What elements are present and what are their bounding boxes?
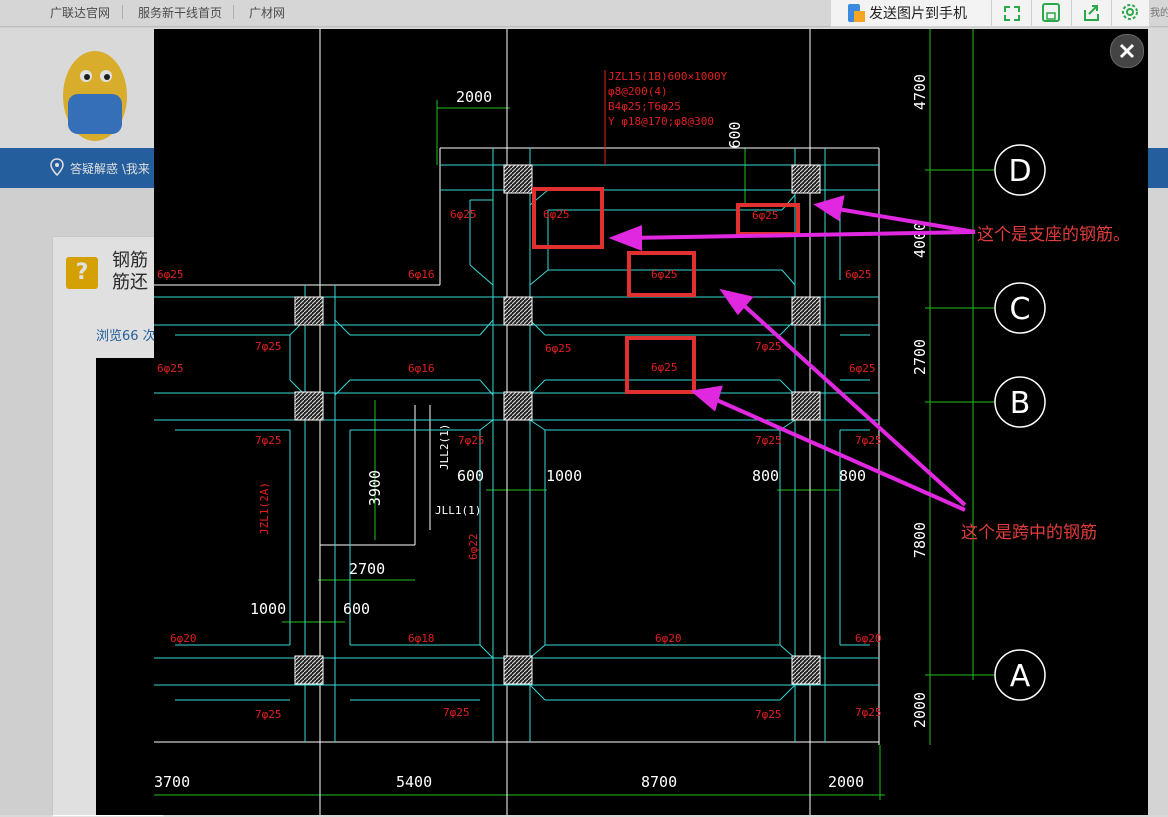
dim-4700: 4700	[911, 74, 929, 110]
phone-send-icon	[848, 4, 865, 22]
settings-button[interactable]	[1115, 0, 1147, 26]
dim-5400: 5400	[396, 773, 432, 791]
beam-label-jzl15: JZL15(1B)600×1000Y	[608, 70, 728, 83]
dim-3700: 3700	[154, 773, 190, 791]
svg-text:7φ25: 7φ25	[443, 706, 470, 719]
midspan-annotation: 这个是跨中的钢筋	[961, 523, 1097, 543]
dim-8700: 8700	[641, 773, 677, 791]
svg-text:6φ25: 6φ25	[545, 342, 572, 355]
rebar-label: 7φ25	[255, 340, 282, 353]
divider	[991, 0, 992, 26]
beam-label-stirrup: φ8@200(4)	[608, 85, 668, 98]
dim-600-top: 600	[726, 121, 744, 148]
dim-7800: 7800	[911, 522, 929, 558]
close-icon	[1119, 43, 1135, 59]
dim-800-b: 800	[839, 467, 866, 485]
axis-label-d: D	[1008, 154, 1031, 189]
rebar-label: 6φ18	[408, 632, 435, 645]
send-to-phone-label: 发送图片到手机	[869, 6, 967, 22]
svg-text:7φ25: 7φ25	[855, 706, 882, 719]
save-icon	[1042, 3, 1060, 22]
columns	[294, 164, 821, 685]
dim-600-a: 600	[457, 467, 484, 485]
axis-label-c: C	[1010, 292, 1031, 327]
dim-2000-v: 2000	[911, 692, 929, 728]
share-button[interactable]	[1075, 0, 1107, 26]
axis-label-a: A	[1010, 659, 1031, 694]
svg-text:6φ20: 6φ20	[655, 632, 682, 645]
beam-label-jll1: JLL1(1)	[435, 504, 481, 517]
image-viewer[interactable]: D C B A 3700 5400 8700 2000 2000 3900 60…	[154, 29, 1148, 815]
dim-1000-b: 1000	[250, 600, 286, 618]
svg-text:6φ25: 6φ25	[157, 362, 184, 375]
corner-text[interactable]: 我的	[1150, 4, 1168, 19]
dim-2000-bottom: 2000	[828, 773, 864, 791]
divider	[1111, 0, 1112, 26]
dim-3900: 3900	[366, 470, 384, 506]
fullscreen-button[interactable]	[996, 0, 1028, 26]
beam-label-side: Y φ18@170;φ8@300	[608, 115, 714, 128]
svg-text:7φ25: 7φ25	[255, 434, 282, 447]
share-icon	[1084, 5, 1099, 21]
svg-text:7φ25: 7φ25	[755, 434, 782, 447]
rebar-label: 6φ25	[651, 268, 678, 281]
fullscreen-icon	[1004, 6, 1020, 21]
divider	[1071, 0, 1072, 26]
dim-2700-v: 2700	[911, 339, 929, 375]
divider	[1031, 0, 1032, 26]
svg-text:7φ25: 7φ25	[755, 340, 782, 353]
cad-drawing: D C B A 3700 5400 8700 2000 2000 3900 60…	[154, 29, 1046, 815]
svg-text:6φ25: 6φ25	[157, 268, 184, 281]
dim-2700-h: 2700	[349, 560, 385, 578]
svg-text:7φ25: 7φ25	[755, 708, 782, 721]
dimension-lines	[154, 29, 995, 800]
send-to-phone-button[interactable]: 发送图片到手机	[841, 0, 991, 26]
rebar-label: 6φ25	[543, 208, 570, 221]
svg-text:6φ25: 6φ25	[849, 362, 876, 375]
rebar-label: 6φ22	[467, 534, 480, 561]
rebar-label: 6φ16	[408, 362, 435, 375]
axis-label-b: B	[1010, 386, 1031, 421]
rebar-label: 6φ20	[170, 632, 197, 645]
rebar-label: 6φ25	[450, 208, 477, 221]
dim-800-a: 800	[752, 467, 779, 485]
save-button[interactable]	[1035, 0, 1067, 26]
beam-label-jll2: JLL2(1)	[438, 424, 451, 470]
close-button[interactable]	[1110, 34, 1144, 68]
rebar-label: 6φ25	[752, 209, 779, 222]
rebar-label: 6φ25	[651, 361, 678, 374]
rebar-label: 6φ16	[408, 268, 435, 281]
viewer-toolbar: 发送图片到手机	[830, 0, 1150, 27]
dim-4000: 4000	[911, 222, 929, 258]
beam-label-jzl1: JZL1(2A)	[258, 482, 271, 535]
svg-text:7φ25: 7φ25	[855, 434, 882, 447]
svg-text:6φ20: 6φ20	[855, 632, 882, 645]
settings-icon	[1122, 4, 1138, 20]
svg-text:7φ25: 7φ25	[458, 434, 485, 447]
beam-label-main: B4φ25;T6φ25	[608, 100, 681, 113]
svg-text:6φ25: 6φ25	[845, 268, 872, 281]
support-annotation: 这个是支座的钢筋。	[977, 225, 1130, 245]
svg-text:7φ25: 7φ25	[255, 708, 282, 721]
dim-2000-top: 2000	[456, 88, 492, 106]
dim-1000-a: 1000	[546, 467, 582, 485]
dim-600-b: 600	[343, 600, 370, 618]
